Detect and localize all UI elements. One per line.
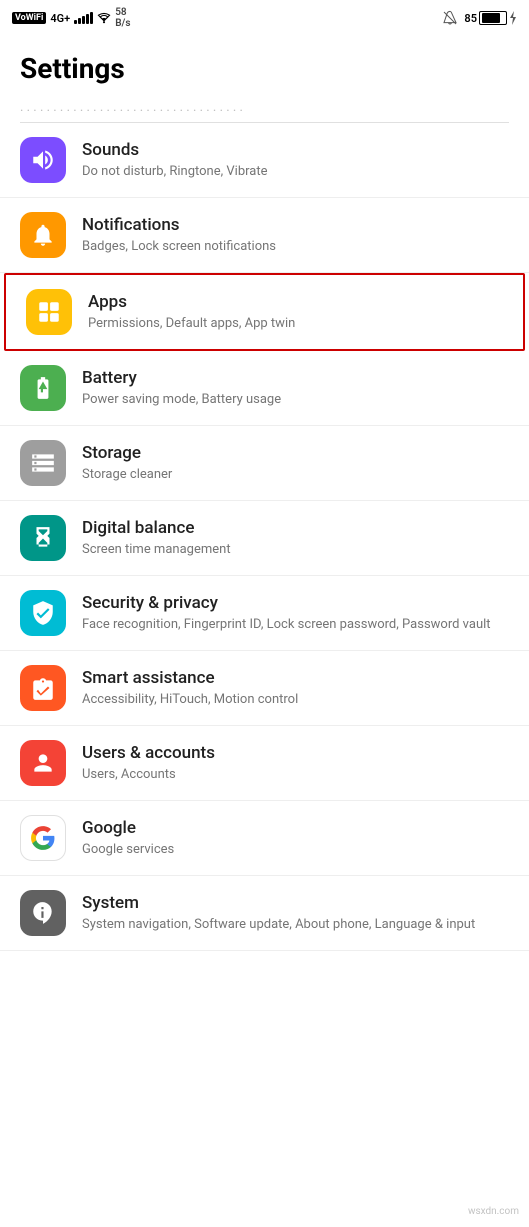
- top-partial-item: . . . . . . . . . . . . . . . . . . . . …: [20, 93, 509, 123]
- security-title: Security & privacy: [82, 592, 509, 614]
- notifications-text: Notifications Badges, Lock screen notifi…: [82, 214, 509, 256]
- watermark: wsxdn.com: [468, 1206, 519, 1217]
- battery-percent: 85: [464, 12, 477, 25]
- users-title: Users & accounts: [82, 742, 509, 764]
- google-icon: [30, 825, 56, 851]
- sounds-text: Sounds Do not disturb, Ringtone, Vibrate: [82, 139, 509, 181]
- apps-title: Apps: [88, 291, 503, 313]
- settings-item-apps[interactable]: Apps Permissions, Default apps, App twin: [4, 273, 525, 351]
- battery-title: Battery: [82, 367, 509, 389]
- storage-text: Storage Storage cleaner: [82, 442, 509, 484]
- google-icon-wrapper: [20, 815, 66, 861]
- settings-item-smart-assistance[interactable]: Smart assistance Accessibility, HiTouch,…: [0, 651, 529, 726]
- sounds-icon-wrapper: [20, 137, 66, 183]
- settings-item-google[interactable]: Google Google services: [0, 801, 529, 876]
- info-icon: [30, 900, 56, 926]
- digital-balance-title: Digital balance: [82, 517, 509, 539]
- hand-icon: [30, 675, 56, 701]
- settings-item-sounds[interactable]: Sounds Do not disturb, Ringtone, Vibrate: [0, 123, 529, 198]
- settings-list: Sounds Do not disturb, Ringtone, Vibrate…: [0, 123, 529, 951]
- settings-item-system[interactable]: System System navigation, Software updat…: [0, 876, 529, 951]
- notifications-title: Notifications: [82, 214, 509, 236]
- digital-balance-subtitle: Screen time management: [82, 541, 509, 559]
- battery-settings-text: Battery Power saving mode, Battery usage: [82, 367, 509, 409]
- smart-assistance-icon-wrapper: [20, 665, 66, 711]
- sounds-subtitle: Do not disturb, Ringtone, Vibrate: [82, 163, 509, 181]
- charging-icon: [509, 11, 517, 25]
- google-text: Google Google services: [82, 817, 509, 859]
- person-icon: [30, 750, 56, 776]
- battery-settings-icon: [30, 375, 56, 401]
- settings-item-storage[interactable]: Storage Storage cleaner: [0, 426, 529, 501]
- network-type: 4G+: [50, 12, 70, 25]
- apps-text: Apps Permissions, Default apps, App twin: [88, 291, 503, 333]
- storage-icon: [30, 450, 56, 476]
- system-icon-wrapper: [20, 890, 66, 936]
- status-left: VoWiFi 4G+ 58B/s: [12, 7, 130, 29]
- storage-title: Storage: [82, 442, 509, 464]
- bell-muted-icon: [442, 10, 458, 26]
- smart-assistance-text: Smart assistance Accessibility, HiTouch,…: [82, 667, 509, 709]
- status-right: 85: [442, 10, 517, 26]
- users-text: Users & accounts Users, Accounts: [82, 742, 509, 784]
- battery-icon: [479, 11, 507, 25]
- storage-icon-wrapper: [20, 440, 66, 486]
- network-speed: 58B/s: [115, 7, 130, 29]
- battery-settings-icon-wrapper: [20, 365, 66, 411]
- system-subtitle: System navigation, Software update, Abou…: [82, 916, 509, 934]
- security-text: Security & privacy Face recognition, Fin…: [82, 592, 509, 634]
- vowifi-indicator: VoWiFi: [12, 12, 46, 24]
- settings-item-digital-balance[interactable]: Digital balance Screen time management: [0, 501, 529, 576]
- apps-subtitle: Permissions, Default apps, App twin: [88, 315, 503, 333]
- digital-balance-text: Digital balance Screen time management: [82, 517, 509, 559]
- system-text: System System navigation, Software updat…: [82, 892, 509, 934]
- battery-subtitle: Power saving mode, Battery usage: [82, 391, 509, 409]
- settings-item-battery[interactable]: Battery Power saving mode, Battery usage: [0, 351, 529, 426]
- shield-icon: [30, 600, 56, 626]
- settings-item-security-privacy[interactable]: Security & privacy Face recognition, Fin…: [0, 576, 529, 651]
- google-title: Google: [82, 817, 509, 839]
- security-icon-wrapper: [20, 590, 66, 636]
- google-subtitle: Google services: [82, 841, 509, 859]
- bell-icon: [30, 222, 56, 248]
- smart-assistance-subtitle: Accessibility, HiTouch, Motion control: [82, 691, 509, 709]
- digital-balance-icon-wrapper: [20, 515, 66, 561]
- system-title: System: [82, 892, 509, 914]
- notifications-subtitle: Badges, Lock screen notifications: [82, 238, 509, 256]
- page-title: Settings: [0, 36, 529, 93]
- notifications-icon-wrapper: [20, 212, 66, 258]
- volume-icon: [30, 147, 56, 173]
- users-subtitle: Users, Accounts: [82, 766, 509, 784]
- hourglass-icon: [30, 525, 56, 551]
- settings-item-users-accounts[interactable]: Users & accounts Users, Accounts: [0, 726, 529, 801]
- wifi-icon: [97, 12, 111, 24]
- battery-container: 85: [464, 11, 517, 25]
- grid-icon: [36, 299, 62, 325]
- security-subtitle: Face recognition, Fingerprint ID, Lock s…: [82, 616, 509, 634]
- smart-assistance-title: Smart assistance: [82, 667, 509, 689]
- sounds-title: Sounds: [82, 139, 509, 161]
- signal-bars-icon: [74, 12, 93, 24]
- users-icon-wrapper: [20, 740, 66, 786]
- apps-icon-wrapper: [26, 289, 72, 335]
- storage-subtitle: Storage cleaner: [82, 466, 509, 484]
- status-bar: VoWiFi 4G+ 58B/s 85: [0, 0, 529, 36]
- settings-item-notifications[interactable]: Notifications Badges, Lock screen notifi…: [0, 198, 529, 273]
